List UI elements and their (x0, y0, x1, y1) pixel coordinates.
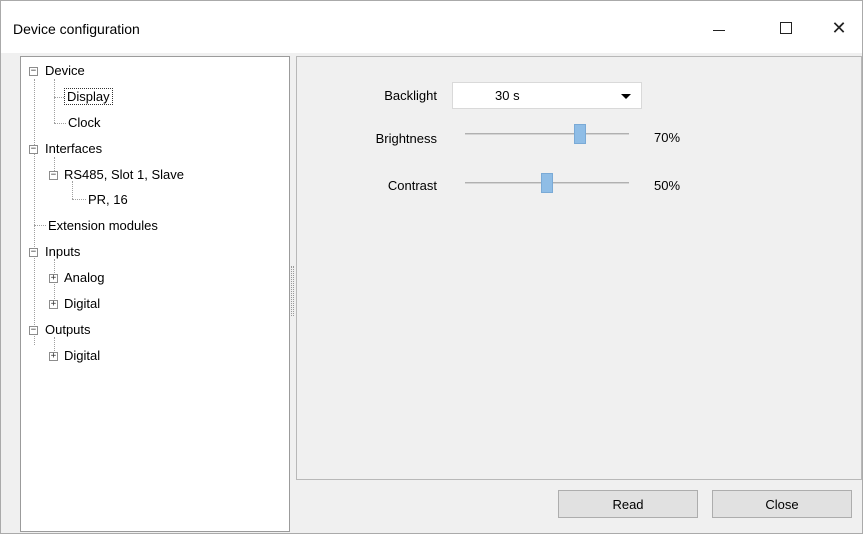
brightness-label: Brightness (375, 131, 437, 146)
tree-item-inputs[interactable]: Inputs (43, 243, 82, 261)
contrast-slider-thumb[interactable] (541, 173, 553, 193)
tree-connector (54, 157, 55, 171)
close-button[interactable]: Close (712, 490, 852, 518)
maximize-button[interactable] (763, 11, 809, 45)
window-title: Device configuration (13, 21, 140, 37)
tree-item-label: Device (45, 63, 85, 78)
close-icon: ✕ (831, 17, 847, 38)
expand-icon[interactable]: + (49, 300, 58, 309)
brightness-slider-thumb[interactable] (573, 124, 586, 144)
maximize-icon (780, 22, 792, 34)
backlight-dropdown[interactable]: 30 s (452, 82, 642, 109)
device-tree[interactable]: − Device Display Clock − Interfaces − RS… (20, 56, 290, 532)
tree-item-pr16[interactable]: PR, 16 (86, 191, 130, 209)
contrast-label: Contrast (387, 178, 437, 193)
backlight-value: 30 s (495, 88, 520, 103)
brightness-slider-track[interactable] (465, 133, 629, 135)
tree-item-label: PR, 16 (88, 192, 128, 207)
close-window-button[interactable]: ✕ (816, 11, 862, 45)
collapse-icon[interactable]: − (49, 171, 58, 180)
expand-icon[interactable]: + (49, 352, 58, 361)
tree-item-label: Clock (68, 115, 101, 130)
tree-item-inputs-digital[interactable]: Digital (62, 295, 102, 313)
tree-item-rs485[interactable]: RS485, Slot 1, Slave (62, 166, 186, 184)
tree-item-label: RS485, Slot 1, Slave (64, 167, 184, 182)
tree-item-label: Digital (64, 348, 101, 363)
tree-item-extension-modules[interactable]: Extension modules (46, 217, 160, 235)
tree-item-clock[interactable]: Clock (66, 114, 103, 132)
tree-item-interfaces[interactable]: Interfaces (43, 140, 104, 158)
tree-item-label: Outputs (45, 322, 91, 337)
collapse-icon[interactable]: − (29, 145, 38, 154)
expand-icon[interactable]: + (49, 274, 58, 283)
tree-item-label: Display (64, 88, 113, 105)
brightness-percent: 70% (654, 130, 681, 145)
collapse-icon[interactable]: − (29, 248, 38, 257)
backlight-label: Backlight (384, 88, 437, 103)
minimize-icon (713, 29, 725, 31)
tree-connector (54, 123, 66, 124)
tree-item-label: Interfaces (45, 141, 103, 156)
tree-item-label: Analog (64, 270, 105, 285)
tree-connector (54, 79, 55, 123)
device-configuration-window: Device configuration ✕ − Device Display (0, 0, 863, 534)
read-button[interactable]: Read (558, 490, 698, 518)
tree-connector (34, 225, 46, 226)
tree-connector (72, 199, 86, 200)
splitter-handle[interactable] (291, 266, 294, 316)
tree-item-outputs[interactable]: Outputs (43, 321, 93, 339)
collapse-icon[interactable]: − (29, 67, 38, 76)
minimize-button[interactable] (696, 11, 742, 45)
title-bar: Device configuration ✕ (1, 1, 862, 53)
tree-item-outputs-digital[interactable]: Digital (62, 347, 102, 365)
chevron-down-icon (621, 94, 631, 99)
tree-item-display[interactable]: Display (64, 88, 113, 106)
tree-item-device[interactable]: Device (43, 62, 87, 80)
contrast-percent: 50% (654, 178, 681, 193)
display-settings-panel: Backlight 30 s Brightness 70% Contrast 5… (296, 56, 862, 480)
collapse-icon[interactable]: − (29, 326, 38, 335)
tree-item-label: Digital (64, 296, 101, 311)
tree-item-label: Inputs (45, 244, 81, 259)
tree-item-analog[interactable]: Analog (62, 269, 106, 287)
tree-item-label: Extension modules (48, 218, 158, 233)
tree-connector (34, 79, 35, 345)
